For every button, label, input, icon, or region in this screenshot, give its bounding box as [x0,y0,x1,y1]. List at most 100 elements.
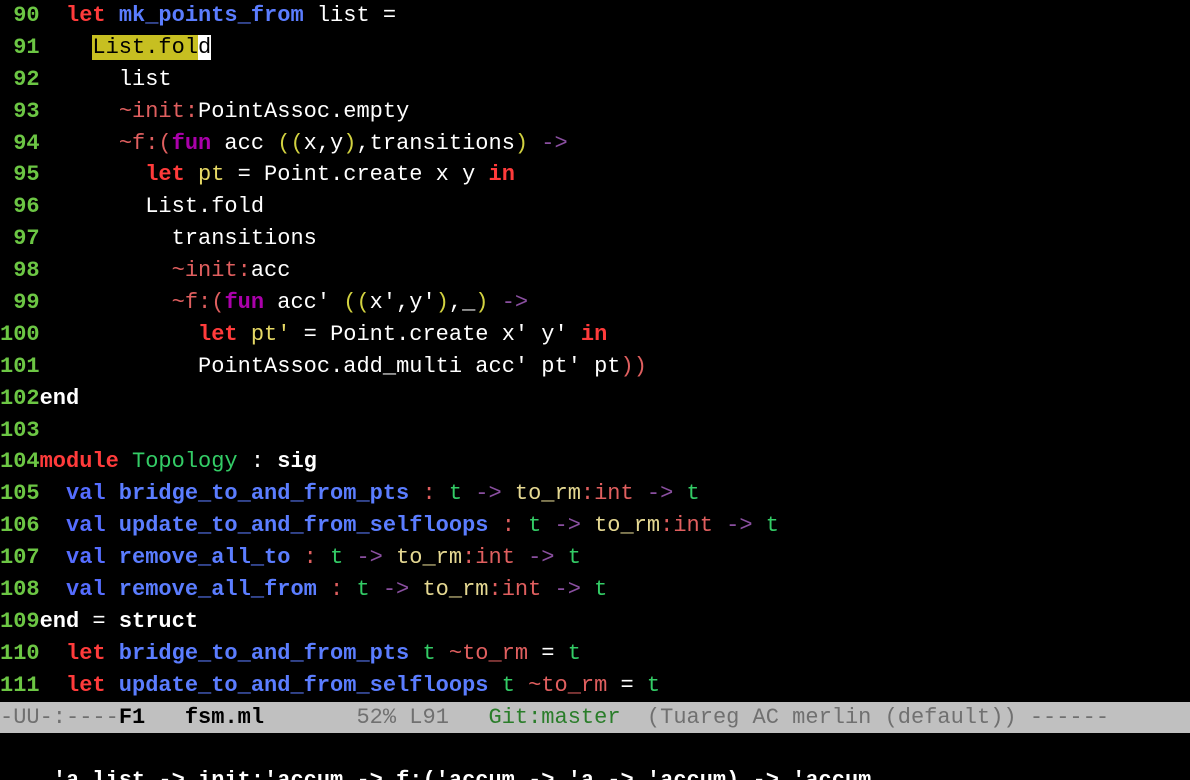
code-content[interactable]: ~init:acc [40,255,1190,287]
code-buffer[interactable]: 90 let mk_points_from list = 91 List.fol… [0,0,1190,702]
code-line[interactable]: 108 val remove_all_from : t -> to_rm:int… [0,574,1190,606]
variable: pt' [238,322,304,347]
code-text: acc [251,258,291,283]
type-t: t [449,481,462,506]
code-line[interactable]: 107 val remove_all_to : t -> to_rm:int -… [0,542,1190,574]
dot: . [396,322,409,347]
code-line[interactable]: 104 module Topology : sig [0,446,1190,478]
code-content[interactable] [40,415,1190,447]
label-name: to_rm [422,577,488,602]
modeline-filename[interactable]: fsm.ml [158,702,264,734]
code-content[interactable]: val bridge_to_and_from_pts : t -> to_rm:… [40,478,1190,510]
module-ref: PointAssoc [198,354,330,379]
code-content[interactable]: List.fold [40,191,1190,223]
keyword-let: let [66,673,106,698]
code-line[interactable]: 105 val bridge_to_and_from_pts : t -> to… [0,478,1190,510]
code-content[interactable]: let mk_points_from list = [40,0,1190,32]
code-line[interactable]: 94 ~f:(fun acc ((x,y),transitions) -> [0,128,1190,160]
code-line[interactable]: 109 end = struct [0,606,1190,638]
dot: . [330,162,343,187]
code-line[interactable]: 98 ~init:acc [0,255,1190,287]
paren: (( [343,290,369,315]
code-line[interactable]: 100 let pt' = Point.create x' y' in [0,319,1190,351]
code-line[interactable]: 102 end [0,383,1190,415]
code-line[interactable]: 111 let update_to_and_from_selfloops t ~… [0,670,1190,702]
code-content[interactable]: ~f:(fun acc ((x,y),transitions) -> [40,128,1190,160]
code-content[interactable]: let pt' = Point.create x' y' in [40,319,1190,351]
code-text: x',y' [370,290,436,315]
code-content[interactable]: let pt = Point.create x y in [40,159,1190,191]
code-line[interactable]: 106 val update_to_and_from_selfloops : t… [0,510,1190,542]
line-number: 105 [0,478,40,510]
code-content[interactable]: List.fold [40,32,1190,64]
code-line[interactable]: 97 transitions [0,223,1190,255]
line-number: 108 [0,574,40,606]
colon: : [581,481,594,506]
type-t: t [330,545,343,570]
code-content[interactable]: let update_to_and_from_selfloops t ~to_r… [40,670,1190,702]
line-number: 94 [0,128,40,160]
line-number: 102 [0,383,40,415]
type-t: t [356,577,369,602]
line-number: 104 [0,446,40,478]
code-content[interactable]: list [40,64,1190,96]
line-number: 93 [0,96,40,128]
keyword-let: let [198,322,238,347]
arrow: -> [634,481,687,506]
code-content[interactable]: val update_to_and_from_selfloops : t -> … [40,510,1190,542]
modeline[interactable]: -UU-:----F1 fsm.ml 52% L91 Git:master (T… [0,702,1190,734]
modeline-git[interactable]: Git:master [489,702,621,734]
type-t: t [687,481,700,506]
type-hint: 'a list -> init:'accum -> f:('accum -> '… [53,768,872,780]
modeline-status: -UU-:---- [0,702,119,734]
code-content[interactable]: end = struct [40,606,1190,638]
code-line[interactable]: 99 ~f:(fun acc' ((x',y'),_) -> [0,287,1190,319]
function-name: update_to_and_from_selfloops [106,513,502,538]
type-name: Topology [119,449,251,474]
colon: : [304,545,330,570]
equals: = [79,609,119,634]
paren: ( [158,131,171,156]
code-content[interactable]: ~init:PointAssoc.empty [40,96,1190,128]
code-content[interactable]: ~f:(fun acc' ((x',y'),_) -> [40,287,1190,319]
code-content[interactable]: transitions [40,223,1190,255]
paren: )) [621,354,647,379]
code-line[interactable]: 110 let bridge_to_and_from_pts t ~to_rm … [0,638,1190,670]
arrow: -> [462,481,515,506]
code-line[interactable]: 90 let mk_points_from list = [0,0,1190,32]
module-ref: PointAssoc [198,99,330,124]
type-int: int [502,577,542,602]
modeline-mode[interactable]: (Tuareg AC merlin (default)) [621,702,1030,734]
code-line[interactable]: 91 List.fold [0,32,1190,64]
code-line[interactable]: 101 PointAssoc.add_multi acc' pt' pt)) [0,351,1190,383]
code-content[interactable]: end [40,383,1190,415]
equals: = [528,641,568,666]
code-text: x,y [304,131,344,156]
type-t: t [594,577,607,602]
code-text: transitions [172,226,317,251]
code-content[interactable]: val remove_all_to : t -> to_rm:int -> t [40,542,1190,574]
keyword-val: val [66,481,106,506]
code-text: _ [462,290,475,315]
code-content[interactable]: val remove_all_from : t -> to_rm:int -> … [40,574,1190,606]
code-content[interactable]: let bridge_to_and_from_pts t ~to_rm = t [40,638,1190,670]
colon: : [488,577,501,602]
code-line[interactable]: 95 let pt = Point.create x y in [0,159,1190,191]
line-number: 96 [0,191,40,223]
line-number: 109 [0,606,40,638]
code-line[interactable]: 93 ~init:PointAssoc.empty [0,96,1190,128]
minibuffer[interactable]: 'a list -> init:'accum -> f:('accum -> '… [0,733,1190,780]
labeled-arg: ~f: [119,131,159,156]
code-line[interactable]: 96 List.fold [0,191,1190,223]
function-name: bridge_to_and_from_pts [106,641,423,666]
line-number: 97 [0,223,40,255]
code-line[interactable]: 103 [0,415,1190,447]
code-line[interactable]: 92 list [0,64,1190,96]
line-number: 111 [0,670,40,702]
code-content[interactable]: module Topology : sig [40,446,1190,478]
isearch-highlight: List.fol [92,35,198,60]
code-content[interactable]: PointAssoc.add_multi acc' pt' pt)) [40,351,1190,383]
labeled-arg: ~to_rm [528,673,607,698]
colon: : [462,545,475,570]
line-number: 100 [0,319,40,351]
